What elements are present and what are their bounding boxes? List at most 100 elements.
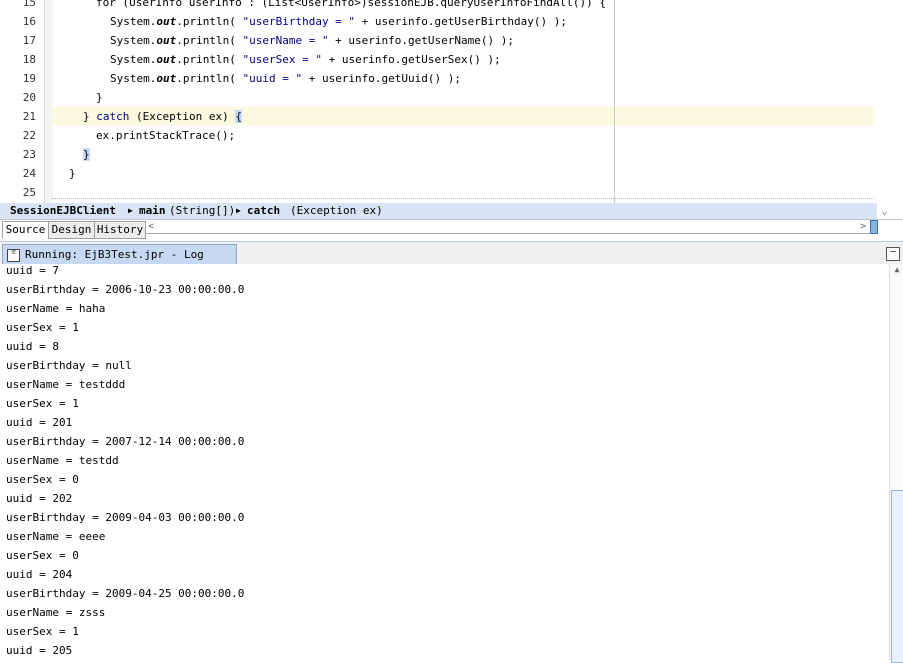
- code-token: }: [83, 110, 97, 123]
- code-token: for (UserInfo userInfo : (List<UserInfo>…: [96, 0, 606, 9]
- line-number-gutter: 15 16 17 18 19 20 21 22 23 24 25: [0, 0, 41, 203]
- breadcrumb: SessionEJBClient ▶ main (String[]) ▶ cat…: [0, 203, 877, 219]
- log-output[interactable]: uuid = 7 userBirthday = 2006-10-23 00:00:…: [0, 264, 889, 661]
- log-line: userBirthday = 2006-10-23 00:00:00.0: [6, 283, 245, 296]
- chevron-right-icon[interactable]: >: [860, 220, 866, 234]
- code-line[interactable]: ex.printStackTrace();: [96, 126, 235, 145]
- code-token: "uuid = ": [242, 72, 303, 85]
- log-line: uuid = 8: [6, 340, 59, 353]
- log-line: userSex = 1: [6, 397, 79, 410]
- line-number: 25: [22, 186, 36, 199]
- line-number: 23: [22, 148, 36, 161]
- log-line: uuid = 202: [6, 492, 73, 505]
- chevron-left-icon[interactable]: <: [148, 220, 154, 234]
- breadcrumb-block[interactable]: catch: [247, 203, 280, 219]
- line-number: 16: [22, 15, 36, 28]
- log-line: userName = testddd: [6, 378, 126, 391]
- code-token: catch: [96, 110, 130, 123]
- log-line: userName = zsss: [6, 606, 106, 619]
- log-line: userSex = 1: [6, 625, 79, 638]
- log-line: uuid = 205: [6, 644, 73, 657]
- code-token: .println(: [176, 15, 243, 28]
- code-token: (Exception ex): [129, 110, 236, 123]
- code-token: out: [156, 53, 177, 66]
- breadcrumb-class[interactable]: SessionEJBClient: [10, 203, 116, 219]
- breadcrumb-method[interactable]: main: [139, 203, 166, 219]
- gutter-separator: [44, 0, 53, 203]
- breadcrumb-block-params: (Exception ex): [290, 204, 383, 217]
- log-line: uuid = 201: [6, 416, 73, 429]
- tab-source[interactable]: Source: [2, 221, 49, 239]
- log-line: userBirthday = 2009-04-25 00:00:00.0: [6, 587, 245, 600]
- code-token: .println(: [176, 34, 243, 47]
- chevron-up-icon[interactable]: ▲: [890, 265, 903, 277]
- log-line: userSex = 0: [6, 549, 79, 562]
- log-line: userSex = 1: [6, 321, 79, 334]
- chevron-down-icon[interactable]: ⌄: [877, 203, 892, 219]
- code-token: "userName = ": [242, 34, 329, 47]
- code-line[interactable]: }: [83, 145, 90, 164]
- code-token: out: [156, 15, 177, 28]
- log-line: userName = testdd: [6, 454, 119, 467]
- code-token: }: [96, 91, 103, 104]
- line-number: 15: [22, 0, 36, 9]
- log-scroll-thumb[interactable]: [891, 490, 903, 663]
- code-line[interactable]: System.out.println( "userBirthday = " + …: [110, 12, 567, 31]
- breadcrumb-arrow-icon: ▶: [128, 206, 133, 215]
- breadcrumb-arrow-icon: ▶: [236, 206, 241, 215]
- code-token: .println(: [176, 53, 243, 66]
- log-line: userName = haha: [6, 302, 106, 315]
- code-token: + userinfo.getUserBirthday() );: [355, 15, 567, 28]
- code-line[interactable]: System.out.println( "uuid = " + userinfo…: [110, 69, 461, 88]
- log-panel-header: ≡ Running: EjB3Test.jpr - Log: [0, 241, 903, 265]
- editor-bottom-border: [52, 198, 874, 199]
- line-number: 17: [22, 34, 36, 47]
- line-number: 22: [22, 129, 36, 142]
- right-margin-line: [614, 0, 615, 203]
- code-token: System.: [110, 15, 157, 28]
- editor-horizontal-scrollbar[interactable]: [146, 222, 870, 234]
- code-token: out: [156, 34, 177, 47]
- code-token: {: [235, 110, 242, 123]
- code-token: System.: [110, 72, 157, 85]
- line-number: 18: [22, 53, 36, 66]
- log-line: userBirthday = 2007-12-14 00:00:00.0: [6, 435, 245, 448]
- line-number: 24: [22, 167, 36, 180]
- code-token: System.: [110, 53, 157, 66]
- line-number: 19: [22, 72, 36, 85]
- line-number: 20: [22, 91, 36, 104]
- tab-log[interactable]: ≡ Running: EjB3Test.jpr - Log: [2, 244, 237, 265]
- code-token: + userinfo.getUuid() );: [302, 72, 462, 85]
- editor-vertical-scrollbar[interactable]: [877, 0, 903, 203]
- code-token: }: [69, 167, 76, 180]
- code-token: + userinfo.getUserName() );: [328, 34, 514, 47]
- horizontal-scroll-thumb[interactable]: [870, 220, 878, 234]
- code-line[interactable]: System.out.println( "userSex = " + useri…: [110, 50, 501, 69]
- code-token: System.: [110, 34, 157, 47]
- code-line[interactable]: for (UserInfo userInfo : (List<UserInfo>…: [96, 0, 606, 12]
- code-token: "userBirthday = ": [242, 15, 356, 28]
- code-token: + userinfo.getUserSex() );: [321, 53, 501, 66]
- code-line[interactable]: }: [69, 164, 76, 183]
- log-line: uuid = 7: [6, 264, 59, 277]
- code-token: "userSex = ": [242, 53, 322, 66]
- log-line: userName = eeee: [6, 530, 106, 543]
- editor-tabs-bar: Source Design History < >: [0, 219, 903, 239]
- code-token: .println(: [176, 72, 243, 85]
- tab-history[interactable]: History: [94, 221, 146, 239]
- code-token: out: [156, 72, 177, 85]
- log-line: uuid = 204: [6, 568, 73, 581]
- code-editor[interactable]: 15 16 17 18 19 20 21 22 23 24 25 for (UserInfo use…: [0, 0, 903, 203]
- code-line[interactable]: }: [96, 88, 103, 107]
- code-token: }: [83, 148, 90, 161]
- code-line[interactable]: } catch (Exception ex) {: [83, 107, 242, 126]
- breadcrumb-method-params: (String[]): [169, 204, 236, 217]
- tab-design[interactable]: Design: [48, 221, 95, 239]
- log-line: userBirthday = null: [6, 359, 132, 372]
- code-line[interactable]: System.out.println( "userName = " + user…: [110, 31, 514, 50]
- line-number: 21: [22, 110, 36, 123]
- minimize-button[interactable]: —: [886, 247, 900, 261]
- log-document-icon: ≡: [7, 249, 20, 262]
- log-line: userSex = 0: [6, 473, 79, 486]
- log-vertical-scrollbar[interactable]: ▲: [889, 264, 903, 663]
